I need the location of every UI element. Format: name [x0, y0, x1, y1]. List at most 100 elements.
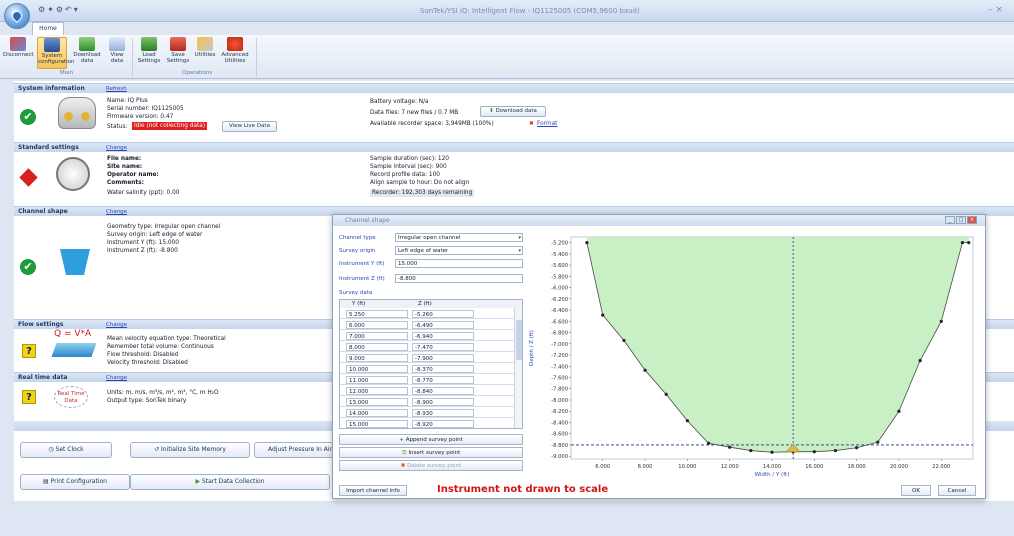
cell-z[interactable]: -7.470 [412, 343, 474, 351]
y-tick-label: -8.200 [551, 409, 568, 415]
instrument-z-input[interactable]: -8.800 [395, 274, 523, 283]
table-row[interactable]: 9.000 -7.900 [340, 353, 522, 363]
output-type: Output type: SonTek binary [107, 398, 187, 404]
channel-type-select[interactable]: Irregular open channel ▾ [395, 233, 523, 242]
application-menu-button[interactable] [4, 3, 30, 29]
channel-profile-chart: -5.200 -5.400 -5.600 -5.800 -6.000 -6.200 -6.4… [529, 236, 974, 478]
disconnect-button[interactable]: Disconnect [3, 37, 34, 69]
section-system-information: System information Refresh [14, 83, 1014, 93]
survey-point [960, 241, 965, 245]
cancel-button[interactable]: Cancel [938, 485, 976, 496]
table-row[interactable]: 12.000 -8.840 [340, 386, 522, 396]
cell-z[interactable]: -6.490 [412, 321, 474, 329]
view-live-data-button[interactable]: View Live Data [222, 121, 277, 132]
grid-scrollbar[interactable] [514, 308, 522, 428]
cell-z[interactable]: -6.940 [412, 332, 474, 340]
initialize-site-memory-button[interactable]: ↺ Initialize Site Memory [130, 442, 250, 458]
cell-y[interactable]: 12.000 [346, 387, 408, 395]
table-row[interactable]: 11.000 -8.770 [340, 375, 522, 385]
append-survey-point-button[interactable]: + Append survey point [339, 434, 523, 445]
x-axis-label: Width / Y (ft) [755, 472, 790, 478]
download-icon [79, 37, 95, 51]
sample-duration: Sample duration (sec): 120 [370, 156, 449, 162]
refresh-link[interactable]: Refresh [106, 84, 127, 94]
cell-z[interactable]: -8.920 [412, 420, 474, 428]
table-row[interactable]: 5.250 -5.260 [340, 309, 522, 319]
cell-z[interactable]: -8.930 [412, 409, 474, 417]
cell-z[interactable]: -7.900 [412, 354, 474, 362]
load-settings-icon [141, 37, 157, 51]
cell-y[interactable]: 13.000 [346, 398, 408, 406]
cell-y[interactable]: 14.000 [346, 409, 408, 417]
change-channel-shape-link[interactable]: Change [106, 207, 127, 217]
survey-point [918, 359, 922, 363]
cell-y[interactable]: 15.000 [346, 420, 408, 428]
x-tick-label: 18.000 [848, 464, 866, 470]
delete-survey-point-button[interactable]: ✖ Delete survey point [339, 460, 523, 471]
cell-z[interactable]: -8.370 [412, 365, 474, 373]
survey-point [706, 441, 711, 445]
minimize-button[interactable]: _ [945, 216, 955, 224]
y-tick-label: -7.600 [551, 376, 568, 382]
table-row[interactable]: 14.000 -8.930 [340, 408, 522, 418]
survey-origin-select[interactable]: Left edge of water ▾ [395, 246, 523, 255]
x-tick-label: 14.000 [763, 464, 781, 470]
maximize-button[interactable]: □ [956, 216, 966, 224]
flow-formula: Q = V*A [54, 329, 92, 339]
dialog-title: Channel shape [345, 217, 390, 224]
close-button[interactable]: × [967, 216, 977, 224]
print-configuration-button[interactable]: ▤ Print Configuration [20, 474, 130, 490]
cell-z[interactable]: -8.900 [412, 398, 474, 406]
y-tick-label: -8.800 [551, 443, 568, 449]
cell-z[interactable]: -8.770 [412, 376, 474, 384]
set-clock-button[interactable]: ◷ Set Clock [20, 442, 112, 458]
cell-z[interactable]: -5.260 [412, 310, 474, 318]
change-standard-settings-link[interactable]: Change [106, 143, 127, 153]
import-channel-info-button[interactable]: Import channel info [339, 485, 407, 496]
y-tick-label: -6.000 [551, 286, 568, 292]
start-data-collection-button[interactable]: ▶ Start Data Collection [130, 474, 330, 490]
cell-y[interactable]: 7.000 [346, 332, 408, 340]
geometry-type: Geometry type: Irregular open channel [107, 224, 221, 230]
survey-point [664, 392, 668, 396]
instrument-y-input[interactable]: 15.000 [395, 259, 523, 268]
system-configuration-button[interactable]: System configuration [37, 37, 74, 69]
cell-z[interactable]: -8.840 [412, 387, 474, 395]
flow-threshold: Flow threshold: Disabled [107, 352, 179, 358]
table-row[interactable]: 8.000 -7.470 [340, 342, 522, 352]
save-settings-button[interactable]: Save Settings [165, 37, 191, 69]
table-row[interactable]: 13.000 -8.900 [340, 397, 522, 407]
y-tick-label: -6.800 [551, 331, 568, 337]
view-data-button[interactable]: View data [106, 37, 128, 69]
survey-point [601, 313, 605, 317]
cell-y[interactable]: 9.000 [346, 354, 408, 362]
x-tick-label: 8.000 [638, 464, 653, 470]
window-controls[interactable]: – × [988, 5, 1003, 15]
load-settings-button[interactable]: Load Settings [136, 37, 162, 69]
cell-y[interactable]: 5.250 [346, 310, 408, 318]
group-operations-label: Operations [182, 70, 213, 76]
download-data-small-button[interactable]: ⬇ Download data [480, 106, 546, 117]
table-row[interactable]: 7.000 -6.940 [340, 331, 522, 341]
tab-home[interactable]: Home [32, 22, 64, 35]
table-row[interactable]: 6.000 -6.490 [340, 320, 522, 330]
stopwatch-icon [56, 157, 90, 191]
change-real-time-data-link[interactable]: Change [106, 373, 127, 383]
insert-survey-point-button[interactable]: ☰ Insert survey point [339, 447, 523, 458]
group-main-label: Main [60, 70, 74, 76]
cell-y[interactable]: 10.000 [346, 365, 408, 373]
download-data-button[interactable]: Download data [72, 37, 102, 69]
utilities-button[interactable]: Utilities [194, 37, 216, 69]
cell-y[interactable]: 8.000 [346, 343, 408, 351]
ok-button[interactable]: OK [901, 485, 931, 496]
cell-y[interactable]: 6.000 [346, 321, 408, 329]
quick-access-toolbar[interactable]: ⚙✦⚙↶▾ [38, 5, 80, 14]
y-tick-label: -6.400 [551, 308, 568, 314]
table-row[interactable]: 15.000 -8.920 [340, 419, 522, 428]
cell-y[interactable]: 11.000 [346, 376, 408, 384]
change-flow-settings-link[interactable]: Change [106, 320, 127, 330]
format-link[interactable]: Format [537, 120, 557, 128]
advanced-utilities-button[interactable]: Advanced Utilities [219, 37, 251, 69]
channel-shape-dialog: Channel shape _ □ × Channel type Irregul… [332, 214, 986, 499]
table-row[interactable]: 10.000 -8.370 [340, 364, 522, 374]
